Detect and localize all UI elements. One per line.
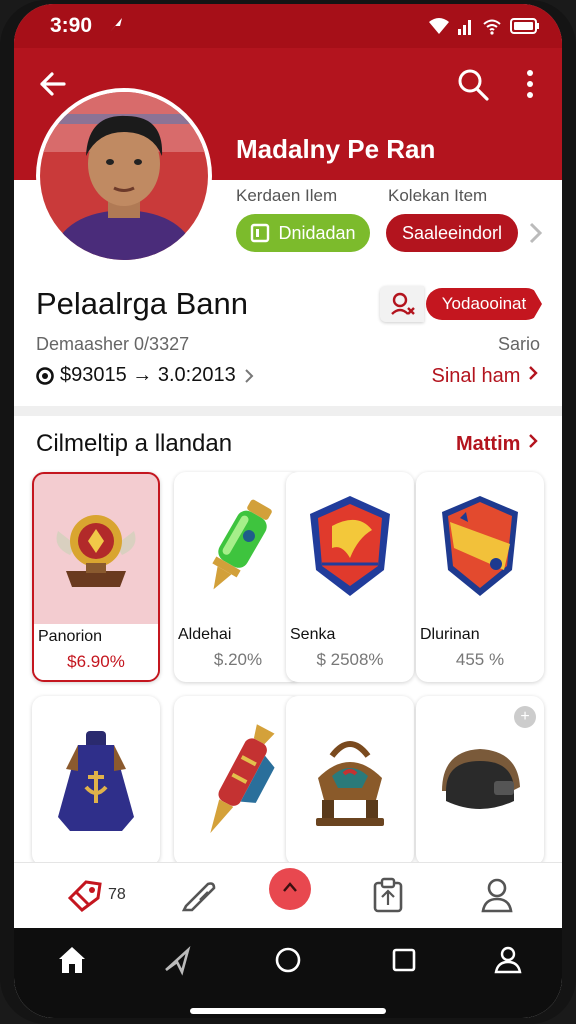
page-title: Pelaalrga Bann (36, 286, 248, 321)
chevron-right-icon[interactable] (526, 220, 544, 246)
search-icon[interactable] (456, 66, 490, 102)
tab-clipboard[interactable] (370, 875, 406, 915)
status-label: Sario (497, 334, 540, 354)
saddle-icon (286, 696, 414, 866)
coin-icon (36, 366, 54, 385)
item-name: Panorion (38, 628, 103, 645)
follow-button[interactable]: Yodaooinat (380, 286, 542, 322)
app-screen: 3:90 Madalny Pe Ran Kerdaen Ilem Kolekan… (14, 4, 562, 1018)
avatar-photo (40, 92, 208, 260)
tab-count: 78 (108, 886, 126, 903)
see-all-label: Mattim (455, 433, 521, 455)
follow-icon-box (380, 286, 424, 322)
collection-items-label: Saaleeindorl (401, 222, 503, 243)
home-circle-icon[interactable] (272, 944, 304, 976)
tab-favorites[interactable] (268, 868, 312, 910)
recents-icon[interactable] (388, 944, 420, 976)
item-price: $ 2508% (316, 650, 384, 669)
shield-crest-icon (286, 472, 414, 622)
item-card[interactable]: + (416, 696, 544, 866)
status-time: 3:90 (50, 14, 93, 37)
item-name: Senka (290, 626, 336, 643)
system-nav-bar (14, 928, 562, 1018)
phone-frame: 3:90 Madalny Pe Ran Kerdaen Ilem Kolekan… (0, 0, 576, 1024)
edit-icon (181, 882, 216, 912)
chevron-right-icon (244, 368, 254, 383)
tab-tags[interactable]: 78 (66, 875, 126, 915)
chevron-right-icon (529, 434, 538, 448)
more-vert-icon[interactable] (520, 66, 540, 102)
card-icon (251, 223, 270, 243)
item-card[interactable]: Aldehai $.20% (174, 472, 302, 682)
location-arrow-icon (110, 18, 122, 32)
item-name: Aldehai (178, 626, 232, 643)
balance-row[interactable]: $93015 → 3.0:2013 (36, 364, 256, 387)
back-arrow-icon[interactable] (34, 66, 70, 102)
status-bar: 3:90 (14, 4, 562, 48)
side-link[interactable]: Sinal ham (432, 364, 541, 388)
avatar[interactable] (36, 88, 212, 264)
tag-icon (67, 880, 102, 912)
wifi-icon (429, 18, 449, 34)
wifi-outline-icon (483, 19, 501, 35)
trophy-icon (34, 474, 158, 624)
tab-profile[interactable] (480, 875, 514, 915)
item-price: $6.90% (67, 652, 125, 671)
user-add-icon (391, 292, 415, 315)
item-price: $.20% (213, 650, 263, 669)
bottom-tab-bar: 78 (14, 862, 562, 928)
item-card[interactable] (32, 696, 160, 866)
side-link-label: Sinal ham (431, 365, 521, 387)
stat-label-owned: Kerdaen Ilem (236, 186, 338, 205)
home-icon[interactable] (56, 944, 88, 976)
owned-items-button[interactable]: Dnidadan (236, 214, 370, 252)
horn-icon (174, 696, 302, 866)
robe-icon (32, 696, 160, 866)
see-all-link[interactable]: Mattim (456, 432, 540, 456)
helmet-icon (416, 696, 544, 866)
section-title: Cilmeltip a llandan (36, 430, 233, 457)
send-icon[interactable] (162, 944, 194, 976)
member-since: Demaasher 0/3327 (36, 334, 190, 354)
potion-icon (174, 472, 302, 622)
section-divider (14, 406, 562, 416)
signal-icon (458, 20, 471, 35)
chevron-right-icon (529, 366, 538, 380)
home-indicator[interactable] (190, 1008, 386, 1014)
item-card[interactable] (174, 696, 302, 866)
team-shield-icon (416, 472, 544, 622)
owned-items-label: Dnidadan (278, 222, 356, 243)
collection-items-button[interactable]: Saaleeindorl (386, 214, 518, 252)
tab-edit[interactable] (180, 875, 220, 915)
stat-label-collection: Kolekan Item (388, 186, 488, 205)
item-card[interactable]: Panorion $6.90% (32, 472, 160, 682)
follow-label: Yodaooinat (426, 288, 542, 320)
battery-icon (510, 18, 539, 34)
item-price: 455 % (455, 650, 505, 669)
profile-icon (481, 878, 513, 913)
balance-value: $93015 → 3.0:2013 (60, 364, 236, 386)
profile-name: Madalny Pe Ran (236, 134, 436, 164)
account-icon[interactable] (492, 944, 524, 976)
item-card[interactable] (286, 696, 414, 866)
clipboard-icon (373, 877, 403, 913)
item-name: Dlurinan (420, 626, 480, 643)
item-card[interactable]: Senka $ 2508% (286, 472, 414, 682)
status-icons (428, 16, 540, 36)
item-card[interactable]: Dlurinan 455 % (416, 472, 544, 682)
heart-icon (269, 868, 311, 910)
